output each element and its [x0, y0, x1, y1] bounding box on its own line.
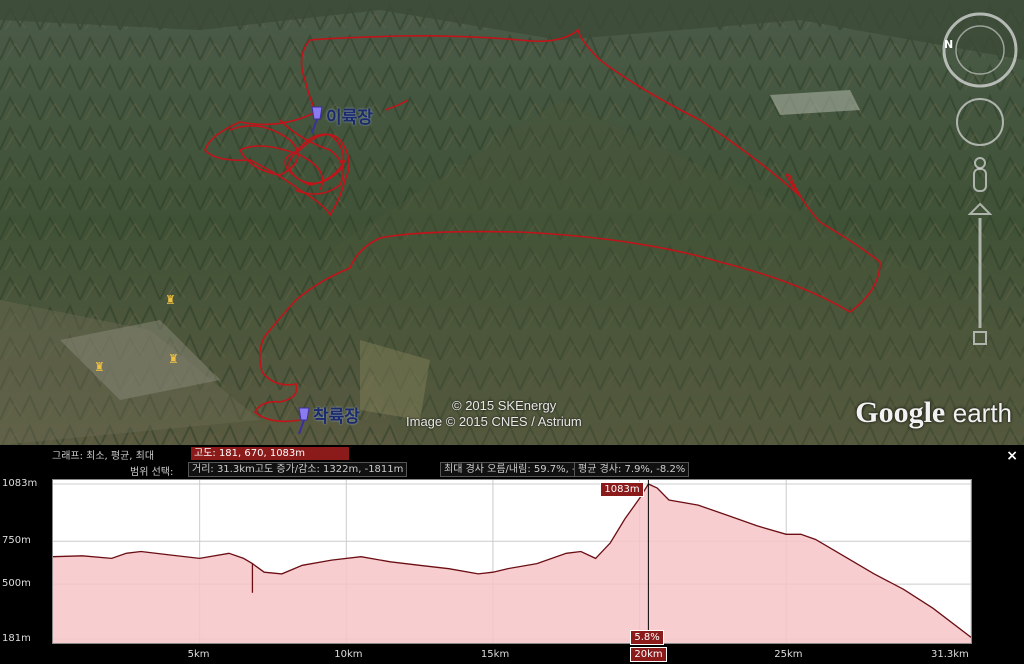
place-marker-icon[interactable]: ♜	[94, 360, 105, 374]
logo-google-text: Google	[855, 396, 946, 429]
cursor-distance-tag: 20km	[630, 647, 667, 662]
place-marker-icon[interactable]: ♜	[168, 352, 179, 366]
graph-values: 고도: 181, 670, 1083m	[191, 447, 349, 460]
y-tick-label: 1083m	[2, 478, 38, 489]
takeoff-label[interactable]: 이륙장	[326, 103, 373, 128]
average-slope: 평균 경사: 7.9%, -8.2%	[574, 462, 690, 477]
max-elevation-tag: 1083m	[600, 482, 644, 497]
zoom-slider[interactable]	[968, 200, 992, 350]
logo-earth-text: earth	[952, 398, 1012, 428]
google-earth-logo: Google earth	[855, 396, 1012, 430]
landing-pin-icon[interactable]	[293, 406, 315, 436]
cursor-slope-tag: 5.8%	[630, 630, 664, 645]
y-tick-label: 750m	[2, 535, 31, 547]
copyright-imagery: Image © 2015 CNES / Astrium	[406, 414, 582, 429]
elevation-chart[interactable]	[52, 479, 972, 644]
close-panel-icon[interactable]: ×	[1006, 448, 1018, 464]
y-tick-label: 500m	[2, 578, 31, 590]
elevation-chart-svg[interactable]	[52, 480, 972, 643]
landing-label[interactable]: 착륙장	[313, 402, 360, 427]
graph-label: 그래프: 최소, 평균, 최대	[52, 451, 155, 462]
map-view[interactable]: 이륙장 착륙장 ♜ ♜ ♜ © 2015 SKEnergy Image © 20…	[0, 0, 1024, 445]
x-tick-label: 15km	[480, 649, 510, 660]
range-stats: 거리: 31.3km고도 증가/감소: 1322m, -1811m	[188, 462, 408, 477]
takeoff-pin-icon[interactable]	[306, 105, 328, 135]
compass-ring-icon[interactable]: N	[940, 10, 1020, 90]
elevation-area	[53, 484, 971, 643]
compass-north-letter: N	[944, 38, 953, 51]
range-label: 범위 선택:	[130, 467, 174, 478]
street-view-person-icon[interactable]	[968, 156, 992, 194]
x-tick-label: 25km	[774, 649, 803, 660]
flight-track	[204, 28, 881, 423]
x-tick-label: 10km	[334, 649, 363, 660]
x-tick-label: 5km	[187, 649, 210, 660]
look-joystick-icon[interactable]	[954, 96, 1006, 148]
y-tick-label: 181m	[2, 633, 31, 644]
copyright-skenergy: © 2015 SKEnergy	[452, 398, 557, 413]
x-tick-label: 31.3km	[931, 649, 969, 660]
place-marker-icon[interactable]: ♜	[165, 293, 176, 307]
